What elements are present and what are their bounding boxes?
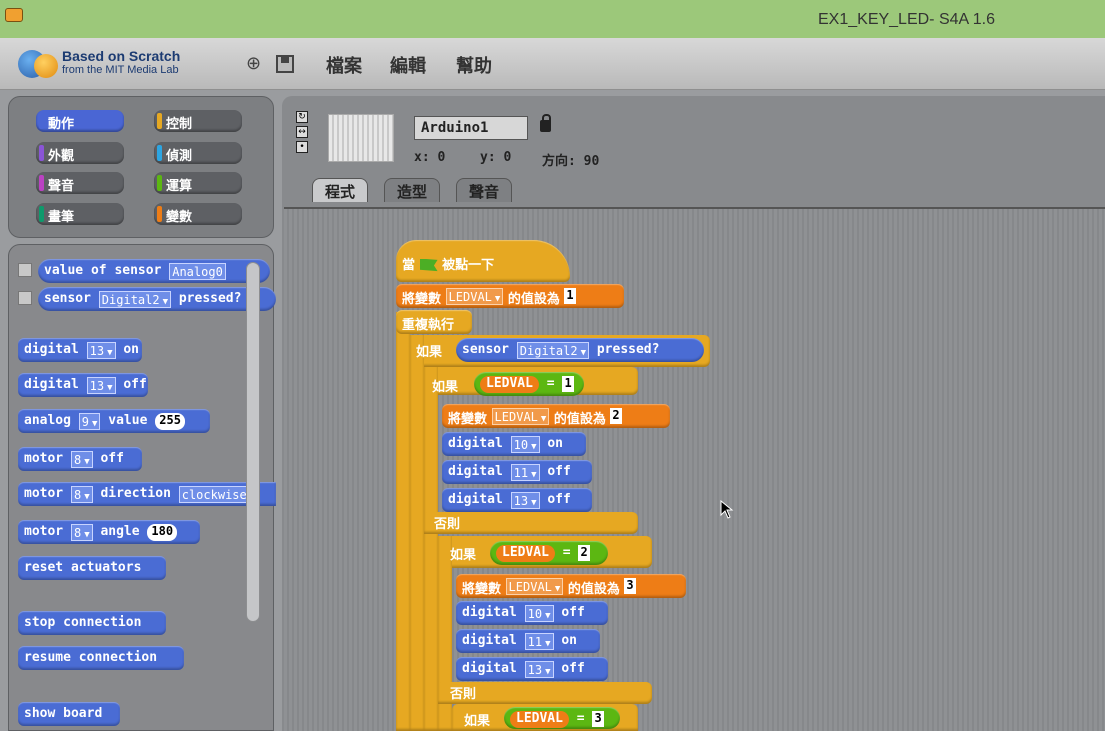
sprite-y: y: 0 <box>480 150 512 165</box>
sprite-x: x: 0 <box>414 150 446 165</box>
palette-scrollbar[interactable] <box>246 262 260 622</box>
rotate-none-icon[interactable]: • <box>296 141 308 153</box>
palette-value-of-sensor[interactable]: value of sensor Analog0 <box>38 259 270 283</box>
ledval-eq-3-condition[interactable]: LEDVAL = 3 <box>504 707 620 729</box>
when-flag-clicked-block[interactable]: 當 被點一下 <box>396 240 570 282</box>
palette-resume-connection[interactable]: resume connection <box>18 646 184 670</box>
digital-10-on-block[interactable]: digital 10 ▼ on <box>442 432 586 456</box>
category-looks[interactable]: 外觀 <box>36 142 124 164</box>
forever-body <box>396 312 410 731</box>
if-label-1: 如果 <box>416 345 443 360</box>
palette-digital-on[interactable]: digital 13 ▼ on <box>18 338 142 362</box>
rotate-flip-icon[interactable]: ↔ <box>296 126 308 138</box>
menu-edit[interactable]: 編輯 <box>390 52 426 78</box>
set-ledval-3-block[interactable]: 將變數 LEDVAL ▼ 的值設為 3 <box>456 574 686 598</box>
palette-show-board[interactable]: show board <box>18 702 120 726</box>
sprite-direction: 方向: 90 <box>542 154 600 169</box>
palette-motor-angle[interactable]: motor 8 ▼ angle 180 <box>18 520 200 544</box>
ledval-eq-1-condition[interactable]: LEDVAL = 1 <box>474 372 584 396</box>
palette-analog-value[interactable]: analog 9 ▼ value 255 <box>18 409 210 433</box>
forever-block[interactable]: 重複執行 <box>396 310 472 334</box>
palette-digital-off[interactable]: digital 13 ▼ off <box>18 373 148 397</box>
palette-sensor-pressed[interactable]: sensor Digital2 ▼ pressed? <box>38 287 276 311</box>
category-motion[interactable]: 動作 <box>36 110 124 132</box>
scratch-logo-icon <box>18 48 62 78</box>
palette-motor-direction[interactable]: motor 8 ▼ direction clockwise <box>18 482 276 506</box>
else-label-2: 否則 <box>450 687 477 702</box>
palette-reset-actuators[interactable]: reset actuators <box>18 556 166 580</box>
digital-10-off-block[interactable]: digital 10 ▼ off <box>456 601 608 625</box>
category-variables[interactable]: 變數 <box>154 203 242 225</box>
if-label-4: 如果 <box>464 714 491 729</box>
digital-11-on-block[interactable]: digital 11 ▼ on <box>456 629 600 653</box>
category-sound[interactable]: 聲音 <box>36 172 124 194</box>
if-sensor-body <box>410 335 424 731</box>
if-ledval1-body <box>424 367 438 731</box>
ledval-eq-2-condition[interactable]: LEDVAL = 2 <box>490 541 608 565</box>
if-label-2: 如果 <box>432 380 459 395</box>
sensor-pressed-condition[interactable]: sensor Digital2 ▼ pressed? <box>456 338 704 362</box>
category-pen[interactable]: 畫筆 <box>36 203 124 225</box>
language-globe-icon[interactable]: ⊕ <box>246 53 261 74</box>
logo-subtitle: from the MIT Media Lab <box>62 64 179 76</box>
digital-13-off-block-a[interactable]: digital 13 ▼ off <box>442 488 592 512</box>
window-title: EX1_KEY_LED- S4A 1.6 <box>818 11 995 28</box>
set-ledval-2-block[interactable]: 將變數 LEDVAL ▼ 的值設為 2 <box>442 404 670 428</box>
set-ledval-1-block[interactable]: 將變數 LEDVAL ▼ 的值設為 1 <box>396 284 624 308</box>
tab-sounds[interactable]: 聲音 <box>456 178 513 202</box>
pressed-checkbox[interactable] <box>18 291 32 305</box>
sprite-thumbnail <box>328 114 394 162</box>
logo-title: Based on Scratch <box>62 48 181 64</box>
menu-help[interactable]: 幫助 <box>456 52 492 78</box>
title-bar: EX1_KEY_LED- S4A 1.6 <box>0 0 1105 38</box>
category-operators[interactable]: 運算 <box>154 172 242 194</box>
digital-13-off-block-b[interactable]: digital 13 ▼ off <box>456 657 608 681</box>
menu-file[interactable]: 檔案 <box>326 52 362 78</box>
sensor-checkbox[interactable] <box>18 263 32 277</box>
tab-scripts[interactable]: 程式 <box>312 178 369 202</box>
palette-motor-off[interactable]: motor 8 ▼ off <box>18 447 142 471</box>
green-flag-icon <box>419 258 438 272</box>
sprite-name-field[interactable]: Arduino1 <box>414 116 528 140</box>
rotate-all-icon[interactable]: ↻ <box>296 111 308 123</box>
tab-costumes[interactable]: 造型 <box>384 178 441 202</box>
lock-icon[interactable] <box>540 114 551 132</box>
category-sensing[interactable]: 偵測 <box>154 142 242 164</box>
digital-11-off-block-a[interactable]: digital 11 ▼ off <box>442 460 592 484</box>
palette-stop-connection[interactable]: stop connection <box>18 611 166 635</box>
if-label-3: 如果 <box>450 548 477 563</box>
else-label-1: 否則 <box>434 517 461 532</box>
category-control[interactable]: 控制 <box>154 110 242 132</box>
mouse-cursor-icon <box>720 500 734 519</box>
save-icon[interactable] <box>276 55 294 73</box>
